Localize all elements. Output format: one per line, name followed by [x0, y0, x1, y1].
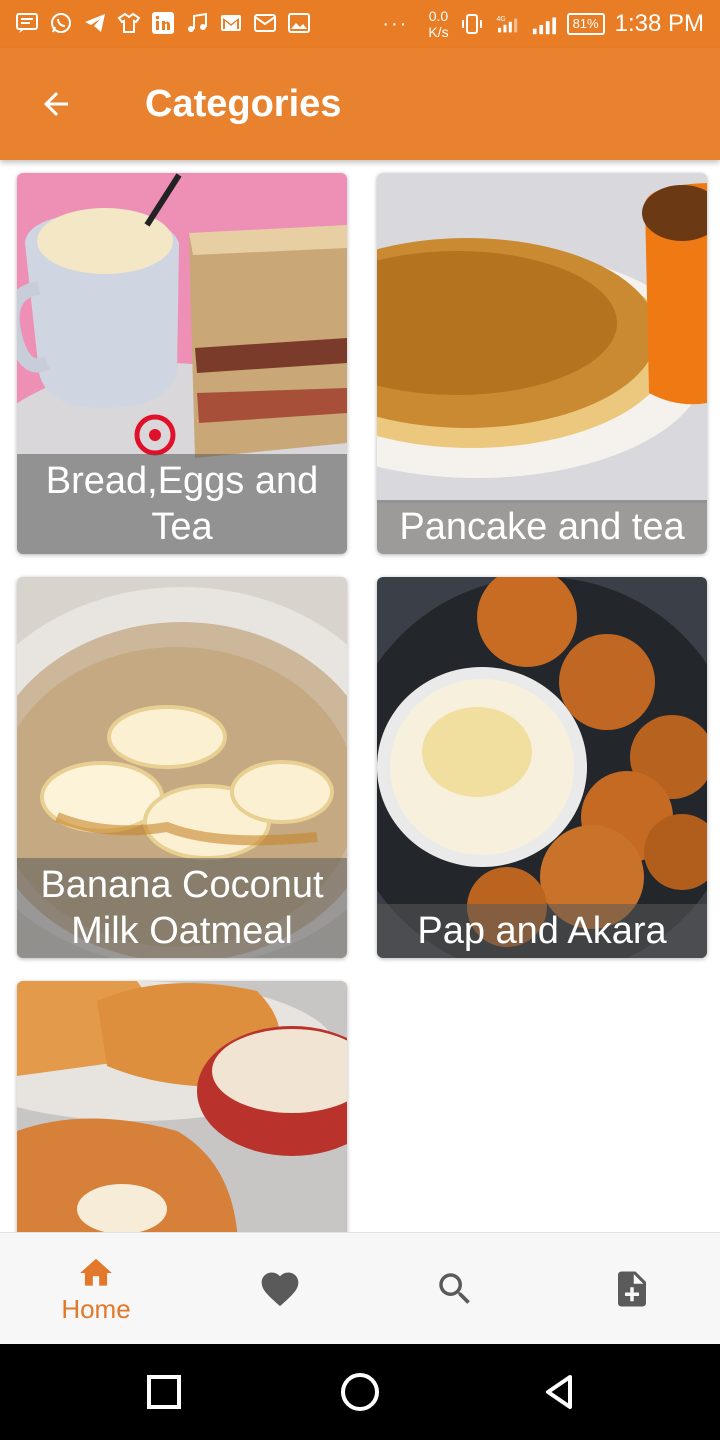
- add-document-icon: [618, 1271, 646, 1307]
- back-system-button[interactable]: [532, 1364, 588, 1420]
- more-notifications-icon: ···: [382, 12, 409, 35]
- triangle-back-icon: [546, 1375, 572, 1409]
- category-label: Pancake and tea: [377, 500, 707, 554]
- linkedin-icon: [150, 10, 176, 36]
- signal-4g-icon: 4G: [495, 11, 521, 37]
- bottom-navigation: Home: [0, 1232, 720, 1345]
- signal-icon: [531, 11, 557, 37]
- pancake-tea-image: [377, 173, 707, 554]
- search-icon: [439, 1273, 470, 1304]
- network-speed-value: 0.0: [428, 8, 449, 24]
- category-grid: Bread,Eggs and Tea Pancake and tea Banan…: [0, 160, 720, 1232]
- nav-favorites[interactable]: [210, 1233, 350, 1345]
- network-speed-unit: K/s: [428, 24, 449, 40]
- arrow-back-icon: [44, 92, 68, 116]
- image-icon: [286, 10, 312, 36]
- square-icon: [147, 1375, 181, 1409]
- notification-icons: [14, 10, 312, 36]
- back-button[interactable]: [24, 76, 88, 132]
- category-5-image: [17, 981, 347, 1232]
- system-navigation-bar: [0, 1344, 720, 1440]
- battery-indicator: 81%: [566, 13, 605, 35]
- telegram-icon: [82, 10, 108, 36]
- nav-home-label: Home: [61, 1293, 131, 1324]
- category-label: Pap and Akara: [377, 904, 707, 958]
- category-card-banana-oatmeal[interactable]: Banana Coconut Milk Oatmeal: [17, 577, 347, 958]
- category-label: Banana Coconut Milk Oatmeal: [17, 858, 347, 958]
- home-icon: [80, 1258, 112, 1286]
- status-bar: ··· 0.0 K/s 4G 81% 1:38 PM: [0, 0, 720, 48]
- category-card-pancake-tea[interactable]: Pancake and tea: [377, 173, 707, 554]
- whatsapp-icon: [48, 10, 74, 36]
- shirt-icon: [116, 10, 142, 36]
- network-type-label: 4G: [496, 16, 505, 23]
- nav-add-recipe[interactable]: [562, 1233, 702, 1345]
- mail-icon: [252, 10, 278, 36]
- category-card-pap-akara[interactable]: Pap and Akara: [377, 577, 707, 958]
- network-speed: 0.0 K/s: [428, 8, 448, 40]
- vibrate-icon: [459, 11, 485, 37]
- recents-button[interactable]: [136, 1364, 192, 1420]
- nav-search[interactable]: [385, 1233, 525, 1345]
- clock: 1:38 PM: [614, 10, 704, 37]
- home-system-button[interactable]: [332, 1364, 388, 1420]
- pap-akara-image: [377, 577, 707, 958]
- app-bar: Categories: [0, 48, 720, 160]
- category-card-bread-eggs-tea[interactable]: Bread,Eggs and Tea: [17, 173, 347, 554]
- status-right: ··· 0.0 K/s 4G 81% 1:38 PM: [382, 0, 704, 48]
- category-label: Bread,Eggs and Tea: [17, 454, 347, 554]
- music-icon: [184, 10, 210, 36]
- gmail-icon: [218, 10, 244, 36]
- page-title: Categories: [145, 83, 342, 125]
- message-icon: [14, 10, 40, 36]
- heart-icon: [261, 1272, 299, 1307]
- circle-icon: [341, 1373, 379, 1411]
- nav-home[interactable]: Home: [26, 1233, 166, 1345]
- category-card-5[interactable]: [17, 981, 347, 1232]
